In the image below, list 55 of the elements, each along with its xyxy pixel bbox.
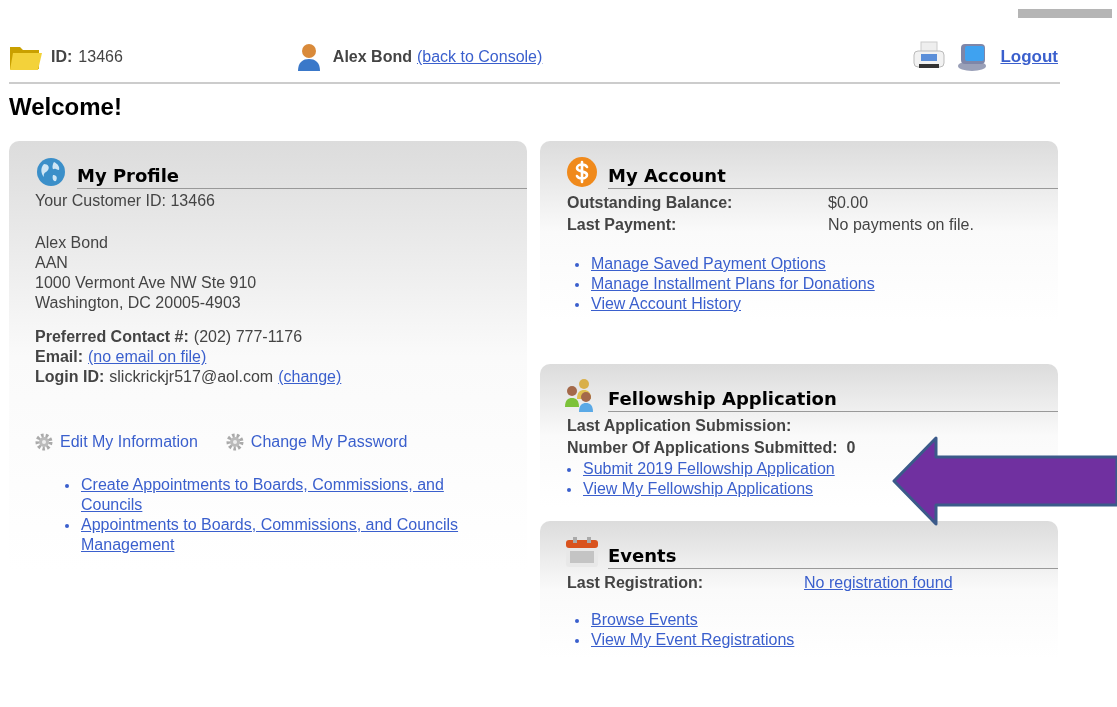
bullet-icon xyxy=(575,283,579,287)
bullet-icon xyxy=(65,484,69,488)
gear-icon xyxy=(225,433,244,451)
field-value: No payments on file. xyxy=(828,215,974,235)
calendar-icon xyxy=(565,536,599,568)
field-label: Last Application Submission: xyxy=(567,416,792,436)
page-title: Welcome! xyxy=(9,92,123,122)
contact-value: slickrickjr517@aol.com xyxy=(109,367,274,387)
list-link[interactable]: View Account History xyxy=(591,294,741,314)
contact-value: (202) 777-1176 xyxy=(193,327,303,347)
list-link[interactable]: View My Fellowship Applications xyxy=(583,479,814,499)
contact-label: Email: xyxy=(35,347,83,367)
logout-link[interactable]: Logout xyxy=(1000,44,1058,70)
globe-icon xyxy=(36,157,66,187)
contact-label: Preferred Contact #: xyxy=(35,327,189,347)
email-link[interactable]: (no email on file) xyxy=(88,347,207,367)
change-link[interactable]: (change) xyxy=(278,367,342,387)
customer-id: Your Customer ID: 13466 xyxy=(35,191,216,211)
list-link[interactable]: Browse Events xyxy=(591,610,698,630)
monitor-icon[interactable] xyxy=(956,42,989,72)
bullet-icon xyxy=(575,303,579,307)
field-label: Last Payment: xyxy=(567,215,678,235)
bullet-icon xyxy=(575,619,579,623)
list-link[interactable]: Appointments to Boards, Commissions, and Councils Management xyxy=(81,515,487,555)
user-icon xyxy=(296,42,321,72)
list-link[interactable]: Submit 2019 Fellowship Application xyxy=(583,459,835,479)
gear-icon xyxy=(35,433,53,451)
id-value: 13466 xyxy=(78,47,123,67)
list-link[interactable]: Manage Installment Plans for Donations xyxy=(591,274,875,294)
action-link[interactable]: Change My Password xyxy=(250,432,408,452)
dollar-icon xyxy=(566,156,598,188)
field-label: Number Of Applications Submitted: xyxy=(567,438,838,458)
list-link[interactable]: Create Appointments to Boards, Commissions, and Councils xyxy=(81,475,487,515)
address: Alex Bond AAN 1000 Vermont Ave NW Ste 910 Washington, DC 20005-4903 xyxy=(35,233,258,313)
bullet-icon xyxy=(65,524,69,528)
contact-label: Login ID: xyxy=(35,367,105,387)
panel-title: My Profile xyxy=(77,164,527,189)
field-label: Outstanding Balance: xyxy=(567,193,734,213)
bullet-icon xyxy=(575,263,579,267)
list-link[interactable]: Manage Saved Payment Options xyxy=(591,254,826,274)
field-label: Last Registration: xyxy=(567,573,704,593)
field-value: $0.00 xyxy=(828,193,869,213)
list-link[interactable]: View My Event Registrations xyxy=(591,630,795,650)
panel-title: My Account xyxy=(608,164,1058,189)
registration-link[interactable]: No registration found xyxy=(804,572,953,594)
console-link[interactable]: (back to Console) xyxy=(416,45,543,69)
bullet-icon xyxy=(567,468,571,472)
panel-title: Fellowship Application xyxy=(608,387,1058,412)
field-value: 0 xyxy=(846,438,856,458)
bullet-icon xyxy=(567,488,571,492)
user-name: Alex Bond xyxy=(332,47,412,67)
action-link[interactable]: Edit My Information xyxy=(60,432,198,452)
bullet-icon xyxy=(575,639,579,643)
id-label: ID: xyxy=(51,47,73,67)
panel-title: Events xyxy=(608,544,1058,569)
